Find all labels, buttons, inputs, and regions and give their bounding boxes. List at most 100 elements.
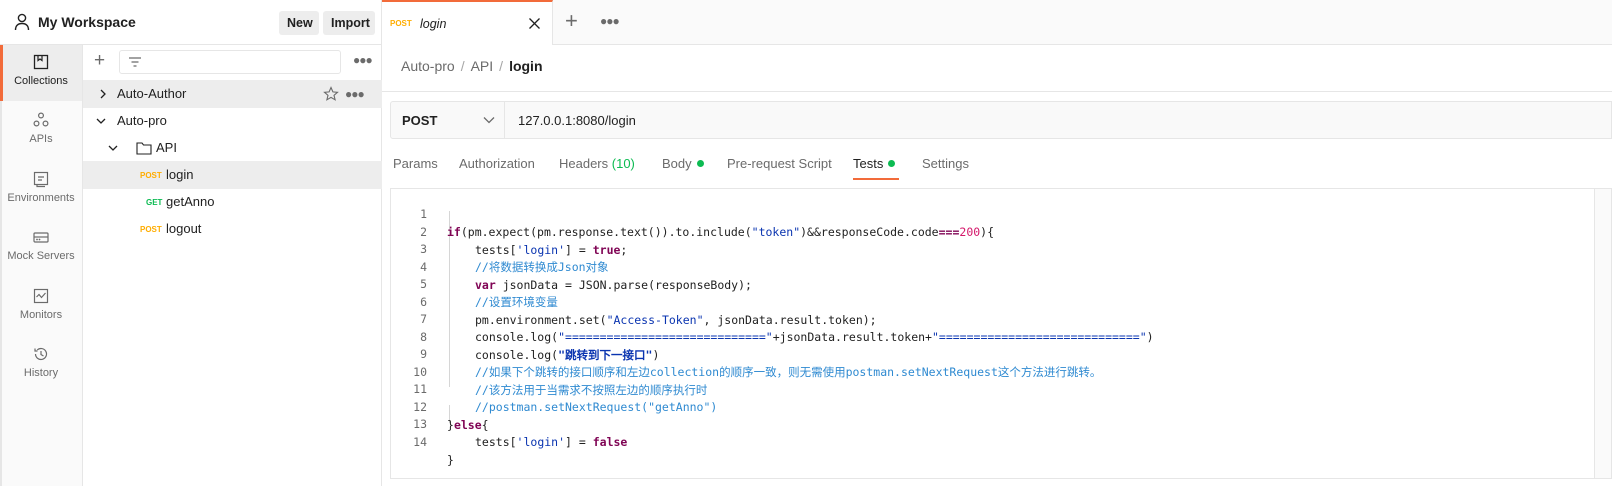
code-token: )&&responseCode.code	[800, 225, 939, 239]
collections-toolbar: + ●●●	[83, 45, 382, 79]
tests-code-editor[interactable]: 1 if(pm.expect(pm.response.text()).to.in…	[390, 188, 1595, 479]
sidebar-item-apis[interactable]: APIs	[0, 103, 82, 159]
collection-row-auto-pro[interactable]: Auto-pro	[83, 107, 382, 135]
more-tabs-icon[interactable]: ●●●	[600, 14, 620, 28]
code-line: 4 var jsonData = JSON.parse(responseBody…	[391, 240, 752, 292]
code-token: }	[447, 452, 454, 467]
method-select[interactable]: POST	[391, 102, 505, 138]
request-label: getAnno	[166, 194, 215, 209]
tab-params[interactable]: Params	[393, 156, 438, 182]
tab-body[interactable]: Body	[662, 156, 704, 182]
history-icon	[34, 347, 48, 361]
editor-scrollbar[interactable]	[1595, 188, 1612, 479]
tab-authorization[interactable]: Authorization	[459, 156, 535, 182]
breadcrumb-current[interactable]: login	[509, 58, 542, 74]
url-input[interactable]: 127.0.0.1:8080/login	[518, 113, 636, 128]
request-row-login[interactable]: POST login	[83, 161, 382, 189]
code-line: 12 }else{	[391, 380, 488, 432]
chevron-right-icon[interactable]	[98, 89, 108, 99]
folder-row-api[interactable]: API	[83, 134, 382, 162]
more-options-icon[interactable]: ●●●	[345, 80, 365, 108]
code-token: var	[475, 277, 496, 292]
tab-title: login	[420, 17, 447, 31]
chevron-down-icon[interactable]	[96, 116, 106, 126]
workspace-title[interactable]: My Workspace	[38, 14, 136, 30]
code-token: ===	[938, 225, 960, 239]
method-badge: POST	[140, 225, 162, 234]
collection-label: Auto-Author	[117, 86, 187, 101]
code-token: "Access-Token"	[606, 312, 704, 327]
sidebar-item-mock-servers[interactable]: Mock Servers	[0, 220, 82, 276]
tab-label: Body	[662, 156, 692, 171]
divider	[382, 91, 1612, 92]
more-options-icon[interactable]: ●●●	[353, 53, 373, 67]
code-line: 1 if(pm.expect(pm.response.text()).to.in…	[391, 187, 994, 239]
active-tab-indicator	[853, 178, 899, 180]
folder-label: API	[156, 140, 177, 155]
code-token: if	[447, 225, 461, 239]
code-comment: //该方法用于当需求不按照左边的顺序执行时	[475, 382, 708, 397]
chevron-down-icon[interactable]	[108, 143, 118, 153]
collection-label: Auto-pro	[117, 113, 167, 128]
code-token: console.log(	[475, 330, 559, 344]
close-icon[interactable]	[528, 17, 541, 30]
tab-settings[interactable]: Settings	[922, 156, 969, 182]
code-line: 5 //设置环境变量	[391, 257, 558, 309]
code-token: 200	[959, 225, 981, 239]
code-token: false	[592, 435, 628, 449]
sidebar-item-history[interactable]: History	[0, 337, 82, 393]
tab-login[interactable]: POST login	[382, 0, 553, 45]
person-icon[interactable]	[14, 13, 30, 31]
code-token: tests[	[475, 242, 517, 257]
breadcrumb-separator: /	[499, 58, 504, 74]
environments-icon	[33, 171, 49, 188]
status-dot	[696, 160, 704, 167]
code-token: "跳转到下一接口"	[558, 347, 653, 362]
breadcrumb-item[interactable]: API	[471, 58, 494, 74]
request-row-logout[interactable]: POST logout	[83, 215, 382, 243]
star-icon[interactable]	[323, 86, 339, 102]
url-bar: POST 127.0.0.1:8080/login	[390, 101, 1612, 139]
sidebar-item-label: Environments	[7, 192, 75, 204]
method-select-value: POST	[402, 113, 438, 128]
code-comment: //postman.setNextRequest("getAnno")	[475, 400, 718, 414]
method-badge: POST	[140, 171, 162, 180]
collections-panel: + ●●● Auto-Author ●●● Auto-pro API POST …	[83, 45, 382, 486]
code-token: console.log(	[475, 347, 559, 362]
line-number: 14	[413, 434, 427, 449]
code-token: jsonData = JSON.parse(responseBody);	[495, 277, 752, 292]
breadcrumb-item[interactable]: Auto-pro	[401, 58, 455, 74]
add-collection-icon[interactable]: +	[94, 51, 105, 70]
tab-label: Headers	[559, 156, 609, 171]
filter-input[interactable]	[119, 50, 341, 74]
request-label: login	[166, 167, 194, 182]
import-button[interactable]: Import	[323, 11, 375, 35]
code-line: 11 //postman.setNextRequest("getAnno")	[391, 362, 717, 414]
code-line: 10 //该方法用于当需求不按照左边的顺序执行时	[391, 345, 707, 397]
tab-pre-request-script[interactable]: Pre-request Script	[727, 156, 832, 182]
code-token: ] =	[565, 242, 593, 257]
request-row-getanno[interactable]: GET getAnno	[83, 188, 382, 216]
sidebar-item-environments[interactable]: Environments	[0, 162, 82, 218]
method-badge: POST	[390, 19, 412, 28]
code-token: 'login'	[516, 435, 566, 449]
code-token: )	[1146, 330, 1154, 344]
request-tabs: Params Authorization Headers (10) Body P…	[382, 146, 1612, 182]
sidebar-item-label: Mock Servers	[7, 250, 75, 262]
sidebar-item-collections[interactable]: Collections	[0, 45, 82, 101]
tab-headers[interactable]: Headers (10)	[559, 156, 635, 182]
tab-label: Tests	[853, 156, 884, 171]
code-token: "============================="	[558, 330, 773, 344]
new-button[interactable]: New	[279, 11, 319, 35]
sidebar-item-label: Monitors	[19, 309, 63, 321]
code-line: 2 tests['login'] = true;	[391, 205, 627, 257]
new-tab-icon[interactable]: +	[565, 9, 578, 33]
status-dot	[888, 160, 896, 167]
mock-servers-icon	[33, 232, 49, 243]
code-line: 7 console.log("=========================…	[391, 292, 1154, 344]
code-token: "token"	[751, 225, 801, 239]
tab-label: Settings	[922, 156, 969, 171]
sidebar-item-monitors[interactable]: Monitors	[0, 279, 82, 335]
collection-row-auto-author[interactable]: Auto-Author ●●●	[83, 80, 382, 108]
breadcrumb-separator: /	[460, 58, 465, 74]
